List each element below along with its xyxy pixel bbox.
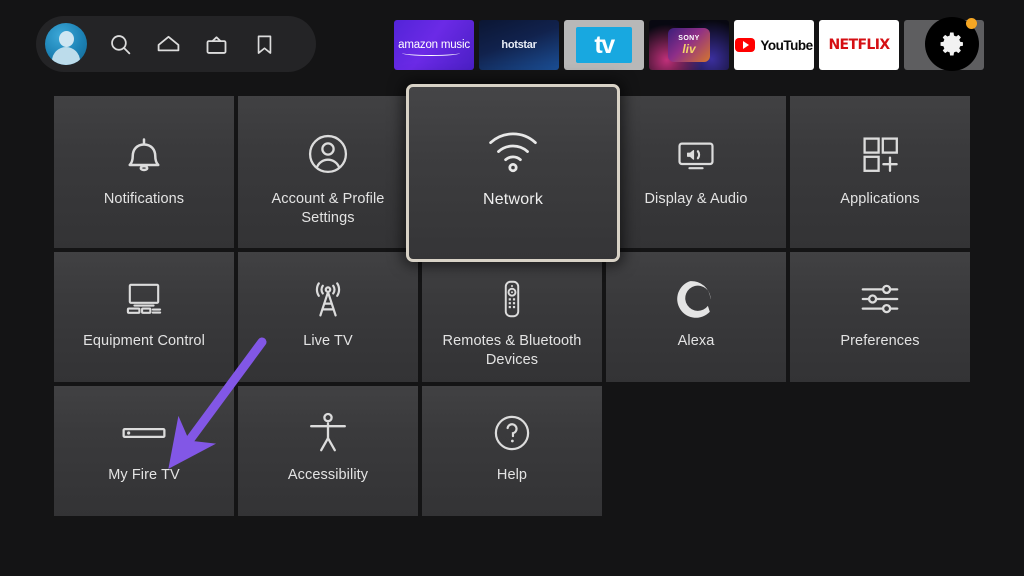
person-circle-icon (303, 122, 353, 186)
antenna-tower-icon (304, 270, 352, 328)
top-navigation-bar: amazon music hotstar tv SONY liv YouTube… (0, 0, 1024, 88)
settings-tile-label: Notifications (103, 191, 185, 207)
settings-tile-my-fire-tv[interactable]: My Fire TV (54, 386, 234, 516)
bell-icon (118, 122, 170, 186)
settings-tile-network[interactable]: Network (406, 84, 620, 262)
settings-tile-accessibility[interactable]: Accessibility (238, 386, 418, 516)
amazon-music-label: amazon music (398, 39, 470, 56)
settings-notification-badge (966, 18, 977, 29)
hotstar-app[interactable]: hotstar (479, 20, 559, 70)
nav-pill (36, 16, 316, 72)
netflix-label: NETFLIX (828, 37, 890, 53)
settings-tile-remotes-bluetooth-devices[interactable]: Remotes & Bluetooth Devices (422, 252, 602, 382)
settings-tile-label: Account & Profile Settings (271, 191, 385, 226)
settings-row-2: Equipment Control Live TV Remotes & Blue… (54, 252, 970, 382)
sony-liv-logo: SONY liv (668, 28, 710, 62)
settings-tile-label: Accessibility (287, 467, 369, 483)
settings-tile-label: Remotes & Bluetooth Devices (442, 333, 582, 368)
settings-tile-label: Live TV (303, 333, 353, 349)
alexa-ring-icon (672, 270, 720, 328)
settings-tile-display-audio[interactable]: Display & Audio (606, 96, 786, 248)
settings-tile-label: Display & Audio (644, 191, 748, 207)
sony-liv-label: SONY (678, 35, 700, 42)
netflix-app[interactable]: NETFLIX (819, 20, 899, 70)
settings-tile-label: Applications (840, 191, 920, 207)
youtube-play-icon (735, 38, 756, 52)
live-tv-icon[interactable] (201, 29, 231, 59)
sliders-icon (856, 270, 904, 328)
settings-gear-button[interactable] (925, 17, 979, 71)
settings-tile-applications[interactable]: Applications (790, 96, 970, 248)
search-icon[interactable] (105, 29, 135, 59)
app-shortcut-rail: amazon music hotstar tv SONY liv YouTube… (394, 20, 984, 70)
remote-control-icon (490, 270, 534, 328)
tv-speaker-icon (673, 122, 719, 186)
gear-icon (940, 32, 963, 56)
settings-tile-live-tv[interactable]: Live TV (238, 252, 418, 382)
youtube-label: YouTube (760, 37, 813, 53)
accessibility-person-icon (304, 404, 352, 462)
settings-tile-label: My Fire TV (108, 467, 180, 483)
settings-tile-label: Preferences (840, 333, 920, 349)
apple-tv-app[interactable]: tv (564, 20, 644, 70)
home-icon[interactable] (153, 29, 183, 59)
youtube-app[interactable]: YouTube (734, 20, 814, 70)
amazon-music-app[interactable]: amazon music (394, 20, 474, 70)
monitor-equipment-icon (121, 270, 167, 328)
profile-avatar[interactable] (45, 23, 87, 65)
settings-tile-account-profile-settings[interactable]: Account & Profile Settings (238, 96, 418, 248)
settings-row-3: My Fire TV Accessibility Help (54, 386, 970, 516)
question-circle-icon (489, 404, 535, 462)
settings-tile-label: Help (496, 467, 528, 483)
fire-tv-stick-icon (118, 404, 170, 462)
settings-tile-label: Equipment Control (83, 333, 205, 349)
sony-liv-sublabel: liv (682, 42, 696, 56)
settings-tile-preferences[interactable]: Preferences (790, 252, 970, 382)
settings-tile-label: Alexa (677, 333, 715, 349)
fire-tv-settings-screen: amazon music hotstar tv SONY liv YouTube… (0, 0, 1024, 576)
app-squares-icon (856, 122, 904, 186)
settings-tile-notifications[interactable]: Notifications (54, 96, 234, 248)
wifi-icon (482, 119, 544, 181)
sony-liv-app[interactable]: SONY liv (649, 20, 729, 70)
apple-tv-label: tv (576, 27, 632, 63)
bookmark-icon[interactable] (249, 29, 279, 59)
settings-tile-alexa[interactable]: Alexa (606, 252, 786, 382)
settings-tile-equipment-control[interactable]: Equipment Control (54, 252, 234, 382)
hotstar-label: hotstar (501, 39, 537, 51)
settings-tile-label: Network (482, 191, 544, 208)
settings-tile-help[interactable]: Help (422, 386, 602, 516)
